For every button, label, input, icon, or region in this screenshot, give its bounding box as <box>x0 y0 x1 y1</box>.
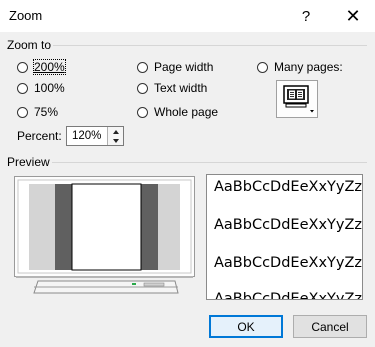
radio-200-label: 200% <box>33 59 66 75</box>
arrow-down-icon <box>112 138 119 143</box>
radio-text-width-label: Text width <box>154 81 208 95</box>
title-bar: Zoom ? ✕ <box>0 0 375 32</box>
arrow-up-icon <box>112 129 119 134</box>
zoom-to-label: Zoom to <box>7 38 52 52</box>
monitor-preview <box>14 176 199 296</box>
radio-75-label: 75% <box>34 105 59 119</box>
percent-value[interactable]: 120% <box>72 130 101 142</box>
radio-100-percent[interactable]: 100% <box>17 81 65 95</box>
dialog-title: Zoom <box>9 8 43 23</box>
radio-circle[interactable] <box>257 61 268 73</box>
radio-circle[interactable] <box>17 61 28 73</box>
sample-line: AaBbCcDdEeXxYyZz <box>214 291 363 300</box>
radio-75-percent[interactable]: 75% <box>17 105 58 119</box>
spin-down-button[interactable] <box>107 136 123 145</box>
close-button[interactable]: ✕ <box>331 0 375 32</box>
radio-100-label: 100% <box>34 81 65 95</box>
percent-spinner[interactable]: 120% <box>66 126 124 146</box>
radio-circle[interactable] <box>17 106 28 118</box>
sample-line: AaBbCcDdEeXxYyZz <box>214 179 363 195</box>
radio-circle[interactable] <box>137 82 148 94</box>
radio-page-width-label: Page width <box>154 60 214 74</box>
monitor-pages-icon <box>283 85 314 113</box>
radio-many-pages[interactable]: Many pages: <box>257 60 343 74</box>
radio-circle[interactable] <box>137 61 148 73</box>
percent-label-text: Percent: <box>17 129 62 143</box>
sample-line: AaBbCcDdEeXxYyZz <box>214 255 363 271</box>
radio-200-percent[interactable]: 200% <box>17 59 66 75</box>
percent-label: Percent: <box>17 129 62 143</box>
radio-text-width[interactable]: Text width <box>137 81 207 95</box>
ok-button[interactable]: OK <box>209 315 283 338</box>
zoom-to-divider <box>53 45 367 46</box>
sample-line: AaBbCcDdEeXxYyZz <box>214 217 363 233</box>
radio-whole-page-label: Whole page <box>154 105 219 119</box>
preview-divider <box>52 162 367 163</box>
radio-circle[interactable] <box>137 106 148 118</box>
help-button[interactable]: ? <box>286 0 326 32</box>
text-preview: AaBbCcDdEeXxYyZz AaBbCcDdEeXxYyZz AaBbCc… <box>206 174 363 300</box>
radio-circle[interactable] <box>17 82 28 94</box>
preview-label: Preview <box>7 155 50 169</box>
radio-whole-page[interactable]: Whole page <box>137 105 218 119</box>
monitor-illustration <box>14 176 195 294</box>
radio-page-width[interactable]: Page width <box>137 60 213 74</box>
many-pages-button[interactable] <box>276 80 318 118</box>
cancel-button[interactable]: Cancel <box>293 315 367 338</box>
radio-many-pages-label: Many pages: <box>274 60 343 74</box>
zoom-dialog: Zoom ? ✕ Zoom to 200% 100% 75% Page widt… <box>0 0 375 347</box>
